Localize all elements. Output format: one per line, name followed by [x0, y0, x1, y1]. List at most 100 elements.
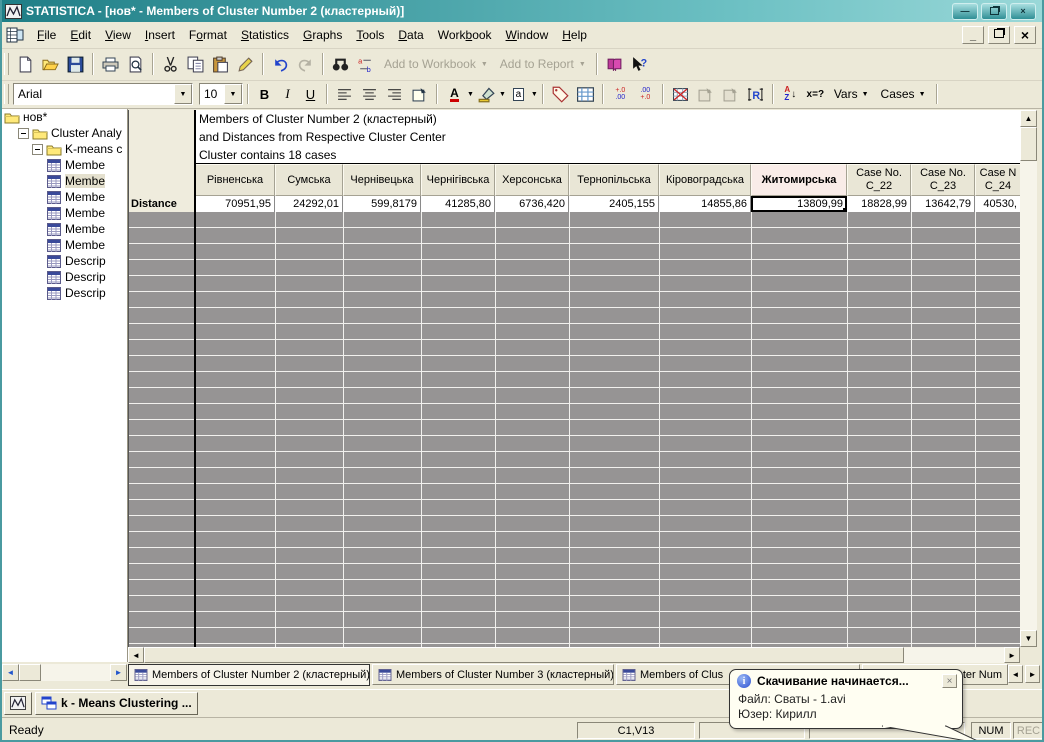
- empty-grid-area[interactable]: [129, 212, 1021, 647]
- italic-button[interactable]: I: [276, 83, 299, 105]
- chevron-down-icon[interactable]: ▼: [499, 91, 506, 98]
- find-button[interactable]: [328, 52, 353, 76]
- restore-button[interactable]: [981, 3, 1007, 20]
- horizontal-scroll-thumb[interactable]: [144, 647, 904, 663]
- menu-tools[interactable]: Tools: [349, 25, 391, 45]
- tab-scroll-left-button[interactable]: ◄: [1008, 665, 1023, 683]
- cases-button[interactable]: Cases▼: [875, 85, 932, 103]
- menu-view[interactable]: View: [98, 25, 138, 45]
- tree-horizontal-scrollbar[interactable]: ◄ ►: [2, 663, 127, 682]
- menu-insert[interactable]: Insert: [138, 25, 182, 45]
- column-header-6[interactable]: Тернопільська: [569, 164, 659, 196]
- sheet-tab-2[interactable]: Members of Cluster Number 3 (кластерный): [372, 664, 614, 685]
- distance-cell-6[interactable]: 2405,155: [569, 196, 659, 212]
- tree-node-12-sheet[interactable]: Descrip: [2, 285, 127, 301]
- distance-cell-11[interactable]: 40530,: [975, 196, 1021, 212]
- gridlines-button[interactable]: [573, 82, 598, 106]
- chevron-down-icon[interactable]: ▼: [531, 91, 538, 98]
- menu-workbook[interactable]: Workbook: [431, 25, 499, 45]
- column-header-10[interactable]: Case No.C_23: [911, 164, 975, 196]
- menu-file[interactable]: File: [30, 25, 63, 45]
- distance-cell-3[interactable]: 599,8179: [343, 196, 421, 212]
- sheet-tab-1[interactable]: Members of Cluster Number 2 (кластерный): [128, 664, 370, 686]
- increase-decimals-button[interactable]: +.0.00: [608, 82, 633, 106]
- column-header-8[interactable]: Житомирська: [751, 164, 847, 196]
- print-button[interactable]: [98, 52, 123, 76]
- minimize-button[interactable]: —: [952, 3, 978, 20]
- scroll-track[interactable]: [19, 664, 110, 681]
- tree-node-5-sheet[interactable]: Membe: [2, 173, 127, 189]
- distance-cell-8[interactable]: 13809,99: [751, 196, 847, 212]
- vertical-scroll-thumb[interactable]: [1020, 127, 1037, 161]
- menu-edit[interactable]: Edit: [63, 25, 98, 45]
- menu-graphs[interactable]: Graphs: [296, 25, 349, 45]
- redo-button[interactable]: [293, 52, 318, 76]
- tree-expander-icon[interactable]: [18, 128, 29, 139]
- tag-button[interactable]: [548, 82, 573, 106]
- distance-cell-1[interactable]: 70951,95: [195, 196, 275, 212]
- tree-node-6-sheet[interactable]: Membe: [2, 189, 127, 205]
- variable-query-button[interactable]: x=?: [803, 82, 828, 106]
- font-color-button[interactable]: A: [442, 82, 467, 106]
- toolbar-grip[interactable]: [4, 84, 9, 104]
- scroll-up-button[interactable]: ▲: [1020, 110, 1037, 127]
- statistica-start-button[interactable]: [4, 692, 32, 715]
- print-preview-button[interactable]: [123, 52, 148, 76]
- paste-button[interactable]: [208, 52, 233, 76]
- disabled-window-button-2[interactable]: [718, 82, 743, 106]
- menu-help[interactable]: Help: [555, 25, 594, 45]
- vertical-scrollbar[interactable]: ▲ ▼: [1020, 110, 1037, 647]
- column-header-5[interactable]: Херсонська: [495, 164, 569, 196]
- add-to-workbook-button[interactable]: Add to Workbook▼: [378, 57, 494, 71]
- help-book-button[interactable]: [602, 52, 627, 76]
- scroll-thumb[interactable]: [19, 664, 41, 681]
- remove-grid-button[interactable]: [668, 82, 693, 106]
- distance-cell-9[interactable]: 18828,99: [847, 196, 911, 212]
- chevron-down-icon[interactable]: ▼: [174, 84, 192, 104]
- menu-data[interactable]: Data: [391, 25, 430, 45]
- tree-node-10-sheet[interactable]: Descrip: [2, 253, 127, 269]
- save-button[interactable]: [63, 52, 88, 76]
- context-help-button[interactable]: ?: [627, 52, 652, 76]
- align-left-button[interactable]: [332, 82, 357, 106]
- open-file-button[interactable]: [38, 52, 63, 76]
- disabled-window-button[interactable]: [693, 82, 718, 106]
- bold-button[interactable]: B: [253, 83, 276, 105]
- undo-button[interactable]: [268, 52, 293, 76]
- cut-button[interactable]: [158, 52, 183, 76]
- variable-specs-button[interactable]: R: [743, 82, 768, 106]
- tree-node-2-folder[interactable]: Cluster Analy: [2, 125, 127, 141]
- menu-statistics[interactable]: Statistics: [234, 25, 296, 45]
- tree-node-11-sheet[interactable]: Descrip: [2, 269, 127, 285]
- tree-expander-icon[interactable]: [32, 144, 43, 155]
- toolbar-grip[interactable]: [4, 53, 9, 75]
- cell-properties-button[interactable]: [407, 82, 432, 106]
- scroll-left-button[interactable]: ◄: [2, 664, 19, 681]
- column-header-1[interactable]: Рівненська: [195, 164, 275, 196]
- underline-button[interactable]: U: [299, 83, 322, 105]
- chevron-down-icon[interactable]: ▼: [224, 84, 242, 104]
- distance-cell-2[interactable]: 24292,01: [275, 196, 343, 212]
- tree-node-9-sheet[interactable]: Membe: [2, 237, 127, 253]
- copy-button[interactable]: [183, 52, 208, 76]
- scroll-left-button[interactable]: ◄: [128, 647, 144, 663]
- column-header-11[interactable]: Case NC_24: [975, 164, 1021, 196]
- column-header-4[interactable]: Чернігівська: [421, 164, 495, 196]
- tree-node-1-folder[interactable]: нов*: [2, 109, 127, 125]
- distance-cell-5[interactable]: 6736,420: [495, 196, 569, 212]
- tree-node-3-folder[interactable]: K-means c: [2, 141, 127, 157]
- column-header-9[interactable]: Case No.C_22: [847, 164, 911, 196]
- add-to-report-button[interactable]: Add to Report▼: [494, 57, 592, 71]
- sort-button[interactable]: AZ ↓: [778, 82, 803, 106]
- cell-format-button[interactable]: a: [506, 82, 531, 106]
- fill-color-button[interactable]: [474, 82, 499, 106]
- scroll-right-button[interactable]: ►: [110, 664, 127, 681]
- tree-node-7-sheet[interactable]: Membe: [2, 205, 127, 221]
- column-header-2[interactable]: Сумська: [275, 164, 343, 196]
- column-header-3[interactable]: Чернівецька: [343, 164, 421, 196]
- align-right-button[interactable]: [382, 82, 407, 106]
- tree-node-8-sheet[interactable]: Membe: [2, 221, 127, 237]
- tab-scroll-right-button[interactable]: ►: [1025, 665, 1040, 683]
- font-name-combo[interactable]: Arial ▼: [13, 83, 193, 105]
- format-painter-button[interactable]: [233, 52, 258, 76]
